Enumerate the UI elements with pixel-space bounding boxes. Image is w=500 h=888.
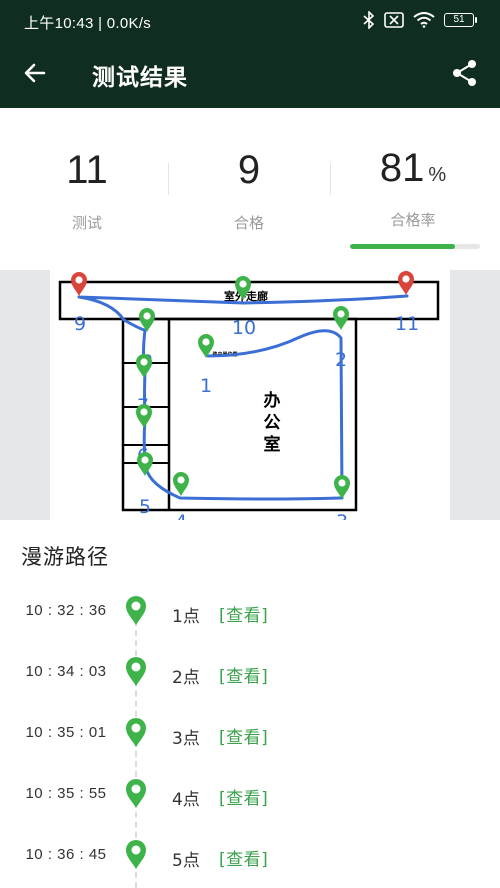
route-time: 10 : 35 : 01	[25, 724, 107, 741]
route-item: 10 : 32 : 36 1点 [查看]	[0, 580, 500, 641]
passed-label: 合格	[233, 214, 264, 232]
status-time: 上午10:43 | 0.0K/s	[24, 15, 152, 32]
tests-count: 11	[66, 148, 108, 192]
route-item: 10 : 35 : 01 3点 [查看]	[0, 702, 500, 763]
map-point-label: 4	[175, 511, 187, 520]
rate-value-wrap: 81%	[330, 146, 496, 191]
map-location-pin[interactable]	[71, 272, 87, 296]
map-location-pin[interactable]	[398, 271, 414, 295]
rate-progress-bar	[350, 244, 480, 249]
battery-icon: 51	[444, 13, 477, 27]
view-link[interactable]: [查看]	[219, 662, 268, 687]
map-point-label: 3	[336, 511, 348, 520]
route-time: 10 : 32 : 36	[25, 602, 107, 619]
floor-map[interactable]: 室外走廊 办 公 室 路由器位置 1 2 3 4 5 6 7 8 9 10 11	[50, 270, 450, 520]
map-point-label: 5	[139, 496, 151, 518]
rate-value: 81	[379, 146, 425, 190]
status-bar: 上午10:43 | 0.0K/s 51	[0, 0, 500, 40]
route-point-name: 3点	[172, 729, 200, 749]
map-location-pin[interactable]	[333, 306, 349, 330]
location-pin-icon	[124, 839, 148, 871]
office-label-3: 室	[264, 434, 281, 455]
map-point-label: 9	[74, 313, 86, 335]
view-link[interactable]: [查看]	[219, 784, 268, 809]
route-point-name: 2点	[172, 668, 200, 688]
route-point-name: 1点	[172, 607, 200, 627]
share-icon	[452, 59, 478, 91]
view-link[interactable]: [查看]	[219, 723, 268, 748]
office-label-1: 办	[264, 390, 281, 411]
route-item: 10 : 36 : 45 5点 [查看]	[0, 824, 500, 885]
map-point-label: 10	[232, 317, 256, 339]
view-link[interactable]: [查看]	[219, 601, 268, 626]
stat-passed: 9 合格	[166, 108, 332, 270]
map-location-pin[interactable]	[136, 354, 152, 378]
bluetooth-icon	[363, 11, 375, 29]
map-point-label: 1	[200, 375, 212, 397]
location-pin-icon	[124, 656, 148, 688]
route-section-title: 漫游路径	[21, 545, 109, 569]
page-title: 测试结果	[92, 65, 188, 91]
app-bar: 测试结果	[0, 40, 500, 108]
share-button[interactable]	[444, 54, 486, 96]
map-location-pin[interactable]	[334, 475, 350, 499]
map-location-pin[interactable]	[137, 452, 153, 476]
location-pin-icon	[124, 717, 148, 749]
route-item: 10 : 34 : 03 2点 [查看]	[0, 641, 500, 702]
rate-label: 合格率	[390, 211, 436, 229]
rate-unit: %	[428, 164, 447, 186]
location-pin-icon	[124, 595, 148, 627]
stat-tests: 11 测试	[4, 108, 170, 270]
wifi-icon	[413, 12, 435, 28]
tests-label: 测试	[71, 214, 102, 232]
route-time: 10 : 34 : 03	[25, 663, 107, 680]
map-location-pin[interactable]	[173, 472, 189, 496]
sim-off-icon	[384, 12, 404, 28]
arrow-left-icon	[23, 61, 47, 89]
route-point-name: 4点	[172, 790, 200, 810]
status-icons: 51	[363, 10, 477, 30]
passed-count: 9	[237, 148, 261, 192]
location-pin-icon	[124, 778, 148, 810]
map-point-label: 2	[335, 349, 347, 371]
map-location-pin[interactable]	[136, 404, 152, 428]
route-time: 10 : 36 : 45	[25, 846, 107, 863]
route-time: 10 : 35 : 55	[25, 785, 107, 802]
back-button[interactable]	[14, 54, 56, 96]
office-label-2: 公	[264, 413, 281, 433]
route-point-name: 5点	[172, 851, 200, 871]
map-point-label: 11	[395, 313, 419, 335]
view-link[interactable]: [查看]	[219, 845, 268, 870]
stats-panel: 11 测试 9 合格 81% 合格率	[0, 108, 500, 270]
floor-map-area: 室外走廊 办 公 室 路由器位置 1 2 3 4 5 6 7 8 9 10 11	[0, 270, 500, 520]
rate-progress-fill	[350, 244, 456, 249]
route-item: 10 : 35 : 55 4点 [查看]	[0, 763, 500, 824]
office-wall	[121, 317, 358, 512]
